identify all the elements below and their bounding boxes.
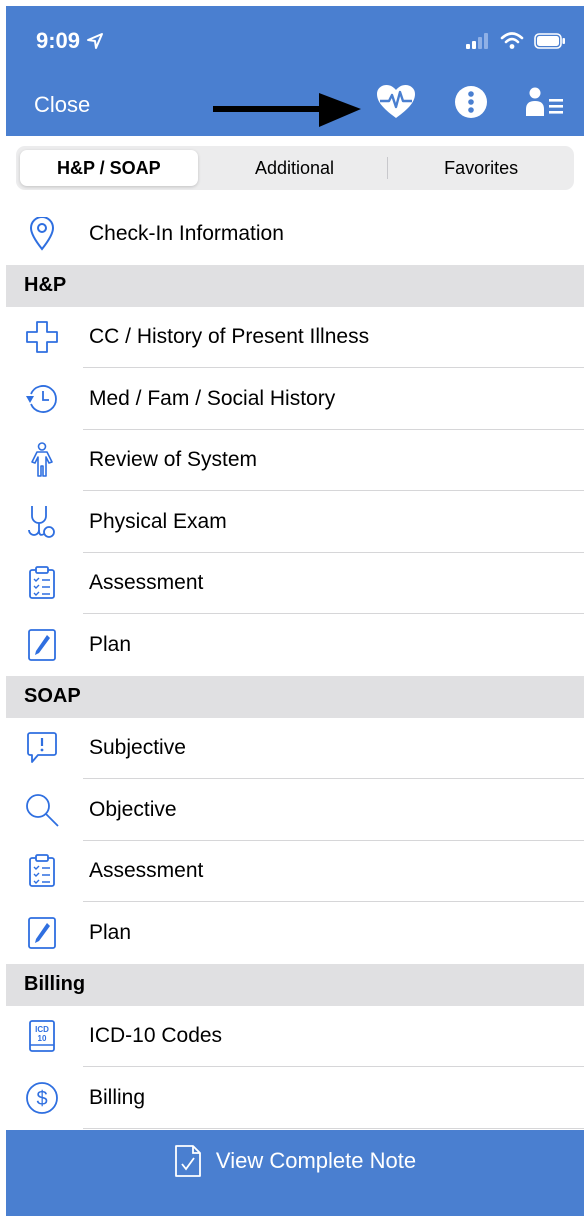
icd-badge-bottom: 10 [38,1034,47,1043]
status-indicators [466,32,566,50]
clipboard-checklist-icon [29,566,55,600]
clipboard-checklist-icon [29,854,55,888]
list-item-label: Physical Exam [89,509,227,533]
nav-actions [376,84,564,120]
view-complete-note-button[interactable]: View Complete Note [6,1130,584,1216]
list-item-billing[interactable]: $ Billing [6,1067,584,1129]
list-item-assessment[interactable]: Assessment [6,553,584,615]
list-item-label: Objective [89,797,177,821]
location-arrow-icon [87,33,104,49]
list-item-label: ICD-10 Codes [89,1024,223,1048]
list-item-label: Plan [89,632,132,656]
document-check-icon [175,1145,201,1177]
annotation-arrow-icon [213,93,361,127]
battery-icon [534,33,565,49]
list-item-objective[interactable]: Objective [6,779,584,841]
list-item-label: CC / History of Present Illness [89,325,370,349]
location-pin-icon [29,216,55,251]
list-item-soap-assessment[interactable]: Assessment [6,841,584,903]
top-bar: 9:09 Close [6,6,584,136]
wifi-icon [500,32,524,49]
heart-pulse-icon[interactable] [376,84,416,120]
history-clock-icon [26,384,57,413]
list-item-label: Med / Fam / Social History [89,386,336,410]
list-item-subjective[interactable]: Subjective [6,718,584,780]
tab-favorites[interactable]: Favorites [392,150,570,186]
patient-list-icon[interactable] [526,87,564,117]
section-header-billing: Billing [6,963,584,1006]
list-item-label: Assessment [89,571,204,595]
pen-icon [28,628,56,661]
list-item-plan[interactable]: Plan [6,614,584,676]
footer-label: View Complete Note [215,1148,417,1173]
list-item-label: Review of System [89,448,258,472]
list-item-med-fam-social[interactable]: Med / Fam / Social History [6,368,584,430]
magnifier-icon [26,793,59,827]
list-item-checkin[interactable]: Check-In Information [6,203,584,265]
speech-exclamation-icon [27,732,57,764]
icd-badge-top: ICD [35,1025,49,1034]
list-item-label: Billing [89,1085,146,1109]
list-item-label: Subjective [89,736,186,760]
list-item-label: Plan [89,920,132,944]
list-item-label: Check-In Information [89,221,284,245]
pen-icon [28,916,56,949]
close-button[interactable]: Close [34,92,90,118]
more-options-icon[interactable] [454,85,488,119]
tab-divider [387,157,389,179]
list-item-physical-exam[interactable]: Physical Exam [6,491,584,553]
list-item-label: Assessment [89,859,204,883]
svg-text:$: $ [36,1088,47,1110]
body-figure-icon [31,442,53,478]
list-item-cc-hpi[interactable]: CC / History of Present Illness [6,307,584,369]
section-header-soap: SOAP [6,675,584,718]
tab-additional[interactable]: Additional [206,150,384,186]
list-item-review-of-system[interactable]: Review of System [6,430,584,492]
segmented-tabs: H&P / SOAP Additional Favorites [16,146,574,190]
list-item-icd10[interactable]: ICD 10 ICD-10 Codes [6,1006,584,1068]
status-time: 9:09 [36,28,104,54]
icd10-book-icon: ICD 10 [29,1020,55,1053]
tab-hp-soap[interactable]: H&P / SOAP [20,150,198,186]
signal-icon [466,33,488,49]
medical-cross-icon [26,321,58,354]
list-item-soap-plan[interactable]: Plan [6,902,584,964]
section-header-hp: H&P [6,264,584,307]
dollar-circle-icon: $ [26,1081,58,1114]
note-sections-list: Check-In Information H&P CC / History of… [6,203,584,1129]
stethoscope-icon [28,505,55,538]
